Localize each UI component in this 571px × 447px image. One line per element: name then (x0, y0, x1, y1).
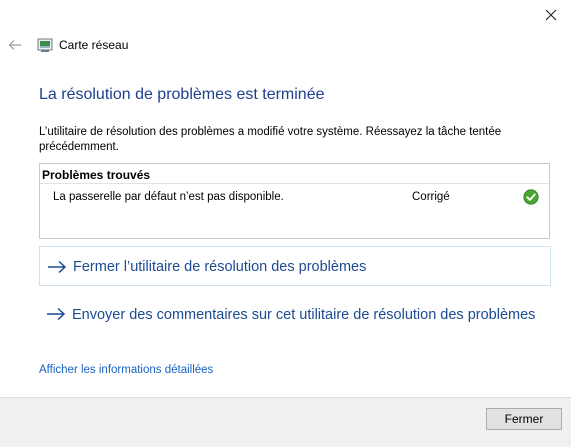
window-title: Carte réseau (59, 38, 129, 52)
page-title: La résolution de problèmes est terminée (39, 86, 325, 103)
close-troubleshooter-link[interactable]: Fermer l’utilitaire de résolution des pr… (39, 246, 551, 286)
arrow-right-icon (47, 307, 66, 321)
problems-header: Problèmes trouvés (42, 168, 151, 182)
close-window-button[interactable] (539, 4, 563, 26)
back-button[interactable] (6, 36, 24, 54)
result-description: L’utilitaire de résolution des problèmes… (39, 126, 502, 153)
troubleshooter-dialog: Carte réseau La résolution de problèmes … (0, 0, 571, 447)
problem-description: La passerelle par défaut n’est pas dispo… (53, 191, 284, 203)
back-arrow-icon (8, 40, 21, 50)
network-adapter-icon (37, 38, 53, 52)
problems-found-panel: Problèmes trouvés La passerelle par défa… (39, 163, 550, 239)
arrow-right-icon (48, 260, 67, 274)
problem-status: Corrigé (412, 191, 450, 203)
send-feedback-link[interactable]: Envoyer des commentaires sur cet utilita… (39, 300, 551, 350)
check-icon (523, 189, 539, 205)
send-feedback-label: Envoyer des commentaires sur cet utilita… (72, 307, 536, 323)
view-details-link[interactable]: Afficher les informations détaillées (39, 364, 213, 376)
dialog-footer: Fermer (0, 397, 571, 447)
close-button[interactable]: Fermer (486, 408, 562, 430)
close-troubleshooter-label: Fermer l’utilitaire de résolution des pr… (73, 259, 367, 275)
close-icon (545, 9, 557, 21)
divider (40, 183, 549, 184)
